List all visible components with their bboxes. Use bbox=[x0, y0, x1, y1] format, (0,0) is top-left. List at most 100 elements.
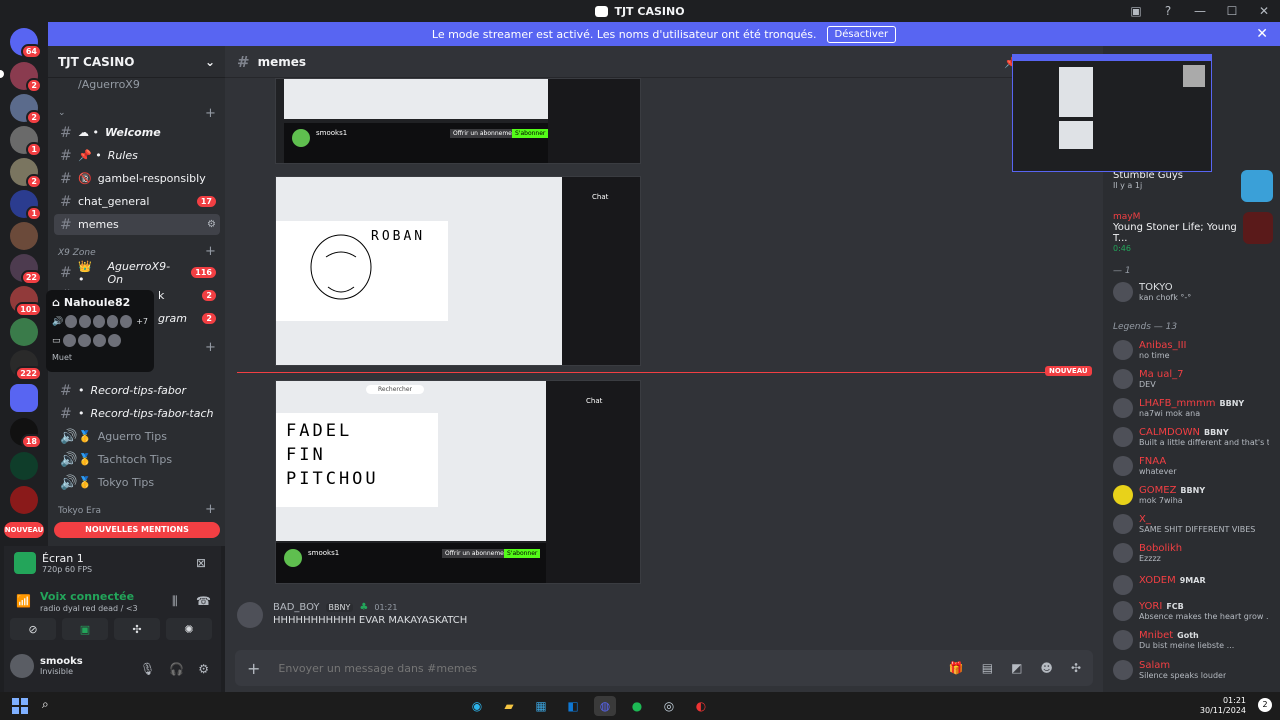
add-channel-icon[interactable]: + bbox=[205, 106, 216, 121]
avatar bbox=[106, 315, 119, 328]
server-icon[interactable]: 22 bbox=[10, 254, 42, 285]
server-icon[interactable]: 1 bbox=[10, 190, 42, 221]
channel-record-tips[interactable]: # • Record-tips-fabor bbox=[54, 380, 220, 401]
store-icon[interactable]: ▦ bbox=[530, 696, 552, 716]
file-explorer-icon[interactable]: ▰ bbox=[498, 696, 520, 716]
server-icon[interactable]: 101 bbox=[10, 286, 42, 317]
settings-gear-icon[interactable]: ⚙ bbox=[198, 662, 209, 676]
member-item[interactable]: CALMDOWN BBNY Built a little different and… bbox=[1113, 427, 1273, 447]
microphone-icon[interactable]: 🎙 bbox=[140, 662, 155, 676]
minimize-button[interactable]: — bbox=[1184, 4, 1216, 18]
server-icon[interactable]: 2 bbox=[10, 94, 42, 125]
server-icon[interactable]: 1 bbox=[10, 126, 42, 157]
close-banner-icon[interactable]: ✕ bbox=[1256, 26, 1268, 42]
inbox-icon[interactable]: ▣ bbox=[1120, 4, 1152, 18]
member-tokyo[interactable]: TOKYO kan chofk °-° bbox=[1113, 282, 1273, 302]
add-channel-icon[interactable]: + bbox=[205, 502, 216, 517]
emoji-icon[interactable]: ☻ bbox=[1040, 661, 1053, 675]
activity-card[interactable]: Stumble Guys Il y a 1j bbox=[1113, 170, 1273, 202]
camera-icon[interactable]: ⊘ bbox=[10, 618, 56, 640]
voice-channel-name[interactable]: radio dyal red dead / <3 bbox=[40, 604, 138, 613]
app-icon[interactable]: ◐ bbox=[690, 696, 712, 716]
add-channel-icon[interactable]: + bbox=[205, 340, 216, 355]
activity-card[interactable]: mayM Young Stoner Life; Young T... 0:46 bbox=[1113, 212, 1273, 253]
disconnect-icon[interactable]: ☎ bbox=[196, 594, 211, 608]
edge-icon[interactable]: ◉ bbox=[466, 696, 488, 716]
channel-partial[interactable]: /AguerroX9 bbox=[78, 78, 140, 91]
server-icon[interactable]: 2 bbox=[10, 158, 42, 189]
outlook-icon[interactable]: ◧ bbox=[562, 696, 584, 716]
add-channel-icon[interactable]: + bbox=[205, 244, 216, 259]
noise-suppression-icon[interactable]: ⫼ bbox=[172, 594, 178, 609]
soundboard-icon[interactable]: ✺ bbox=[166, 618, 212, 640]
message-input[interactable] bbox=[278, 661, 931, 675]
member-item[interactable]: Ma ual_7 DEV bbox=[1113, 369, 1273, 389]
channel-rules[interactable]: # 📌 • Rules bbox=[54, 145, 220, 166]
server-icon[interactable] bbox=[10, 486, 38, 514]
channel-record-tips-tach[interactable]: # • Record-tips-fabor-tach bbox=[54, 403, 220, 424]
member-item[interactable]: XODEM 9MAR bbox=[1113, 575, 1273, 595]
disable-streamer-button[interactable]: Désactiver bbox=[826, 25, 897, 43]
stop-share-icon[interactable]: ⊠ bbox=[196, 556, 206, 570]
gif-icon[interactable]: ▤ bbox=[982, 661, 993, 675]
server-icon[interactable]: 18 bbox=[10, 418, 42, 449]
screen-share-row[interactable]: Écran 1 720p 60 FPS bbox=[14, 552, 92, 574]
voice-channel-aguerro[interactable]: 🔊 🥇 Aguerro Tips bbox=[54, 426, 220, 447]
member-item[interactable]: LHAFB_mmmm BBNY na7wi mok ana bbox=[1113, 398, 1273, 418]
channel-chat-general[interactable]: # chat_general 17 bbox=[54, 191, 220, 212]
avatar[interactable] bbox=[237, 602, 263, 628]
discord-icon[interactable]: ◍ bbox=[594, 696, 616, 716]
member-item[interactable]: Bobolikh Ezzzz bbox=[1113, 543, 1273, 563]
channel-gambel[interactable]: # 🔞 gambel-responsibly bbox=[54, 168, 220, 189]
member-activity: kan chofk °-° bbox=[1139, 293, 1192, 302]
voice-channel-tachtoch[interactable]: 🔊 🥇 Tachtoch Tips bbox=[54, 449, 220, 470]
category-x9-zone[interactable]: X9 Zone bbox=[58, 248, 96, 258]
system-clock[interactable]: 01:21 30/11/2024 bbox=[1200, 696, 1246, 716]
voice-connected[interactable]: Voix connectée bbox=[40, 590, 134, 603]
add-attachment-icon[interactable]: + bbox=[247, 659, 260, 678]
help-icon[interactable]: ? bbox=[1152, 4, 1184, 18]
server-home[interactable]: 64 bbox=[10, 28, 42, 59]
notification-badge[interactable]: 2 bbox=[1258, 698, 1272, 712]
user-panel[interactable]: smooks Invisible bbox=[10, 654, 83, 678]
member-item[interactable]: FNAA whatever bbox=[1113, 456, 1273, 476]
screen-share-button[interactable]: ▣ bbox=[62, 618, 108, 640]
server-icon[interactable] bbox=[10, 222, 38, 250]
server-icon[interactable]: 222 bbox=[10, 350, 42, 381]
steam-icon[interactable]: ◎ bbox=[658, 696, 680, 716]
stream-preview[interactable] bbox=[1012, 54, 1212, 172]
member-item[interactable]: Mnibet Goth Du bist meine liebste ... bbox=[1113, 630, 1273, 650]
category-collapsed[interactable]: ⌄ bbox=[58, 108, 66, 118]
new-mentions-button[interactable]: NOUVELLES MENTIONS bbox=[54, 522, 220, 538]
server-icon[interactable]: 2 bbox=[10, 62, 42, 93]
guild-header[interactable]: TJT CASINO ⌄ bbox=[48, 46, 225, 78]
apps-icon[interactable]: ✣ bbox=[1071, 661, 1081, 675]
search-icon[interactable]: ⌕ bbox=[42, 697, 49, 712]
member-item[interactable]: GOMEZ BBNY mok 7wiha bbox=[1113, 485, 1273, 505]
spotify-icon[interactable]: ● bbox=[626, 696, 648, 716]
category-tokyo-era[interactable]: Tokyo Era bbox=[58, 506, 101, 516]
activities-icon[interactable]: ✣ bbox=[114, 618, 160, 640]
member-item[interactable]: X_ SAME SHIT DIFFERENT VIBES bbox=[1113, 514, 1273, 534]
member-item[interactable]: Salam Silence speaks louder bbox=[1113, 660, 1273, 680]
settings-gear-icon[interactable]: ⚙ bbox=[207, 219, 216, 230]
attachment-image-3[interactable]: Rechercher FADEL FIN PITCHOU Chat smooks… bbox=[275, 380, 641, 584]
start-icon[interactable] bbox=[12, 698, 28, 714]
member-item[interactable]: Anibas_III no time bbox=[1113, 340, 1273, 360]
sticker-icon[interactable]: ◩ bbox=[1011, 661, 1022, 675]
close-window-button[interactable]: ✕ bbox=[1248, 4, 1280, 18]
member-item[interactable]: YORI FCB Absence makes the heart grow ... bbox=[1113, 601, 1273, 621]
channel-memes[interactable]: # memes ⚙ bbox=[54, 214, 220, 235]
channel-welcome[interactable]: # ☁ • Welcome bbox=[54, 122, 220, 143]
attachment-image-2[interactable]: ROBAN Chat bbox=[275, 176, 641, 366]
headphones-icon[interactable]: 🎧 bbox=[169, 662, 184, 676]
attachment-image-1[interactable]: smooks1 Offrir un abonnement S'abonner bbox=[275, 78, 641, 164]
server-folder[interactable] bbox=[10, 384, 38, 412]
voice-channel-tokyo[interactable]: 🔊 🥇 Tokyo Tips bbox=[54, 472, 220, 493]
server-icon[interactable] bbox=[10, 318, 38, 346]
gift-icon[interactable]: 🎁 bbox=[949, 661, 964, 675]
maximize-button[interactable]: ☐ bbox=[1216, 4, 1248, 18]
message-author[interactable]: BAD_BOY bbox=[273, 602, 320, 613]
server-icon[interactable] bbox=[10, 452, 38, 480]
channel-aguerrox9[interactable]: # 👑 • AguerroX9-On 116 bbox=[54, 260, 220, 286]
